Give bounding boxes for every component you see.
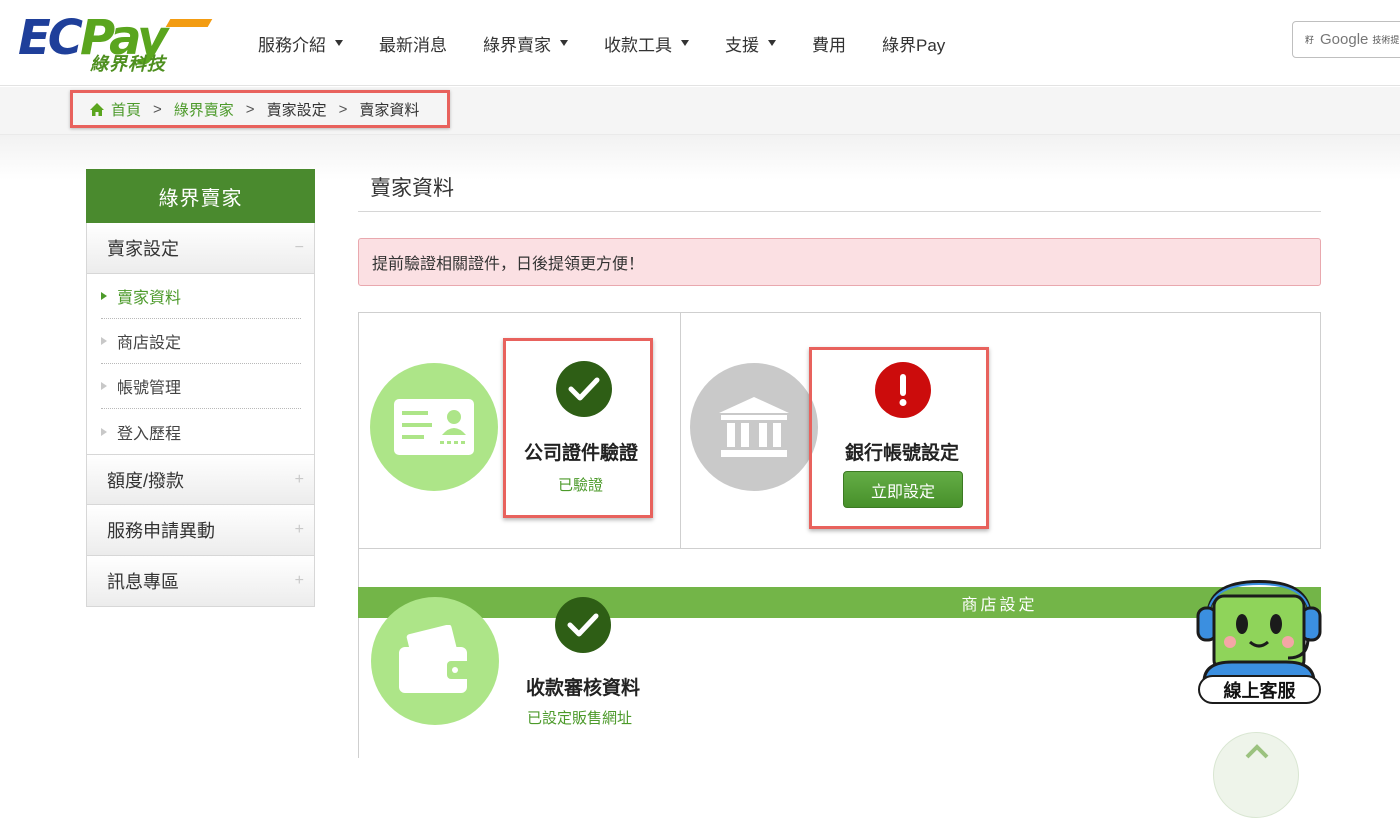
breadcrumb-sellers[interactable]: 綠界賣家 (174, 99, 234, 120)
caret-down-icon (768, 40, 776, 46)
logo-ec: EC (18, 10, 83, 66)
sidebar-item-store-settings[interactable]: 商店設定 (101, 319, 301, 364)
sidebar-group-label: 額度/撥款 (107, 470, 185, 491)
sidebar-group-service-application[interactable]: 服務申請異動 + (86, 505, 315, 556)
checkmark-icon (556, 361, 612, 417)
page-title: 賣家資料 (370, 177, 454, 200)
google-brand: Google (1320, 31, 1369, 48)
sidebar-item-label: 登入歷程 (117, 425, 182, 443)
caret-down-icon (335, 40, 343, 46)
nav-services[interactable]: 服務介紹 (258, 31, 343, 56)
exclamation-icon (875, 362, 931, 418)
payment-review-status: 已設定販售網址 (527, 710, 633, 727)
collapse-icon: − (294, 239, 304, 256)
store-settings-label: 商店設定 (961, 596, 1038, 614)
sidebar-group-label: 賣家設定 (107, 239, 179, 259)
support-mascot-icon (1196, 579, 1322, 684)
online-support-label[interactable]: 線上客服 (1198, 675, 1321, 704)
back-to-top-button[interactable] (1213, 732, 1299, 818)
sidebar-group-label: 服務申請異動 (107, 521, 215, 541)
company-verification-status: 已驗證 (558, 477, 604, 494)
arrow-right-icon (101, 337, 107, 345)
nav-label: 支援 (725, 35, 759, 55)
sidebar-group-seller-settings[interactable]: 賣家設定 − (86, 223, 315, 274)
nav-ecpay-pay[interactable]: 綠界Pay (882, 31, 945, 56)
translate-prefix: 籽 (1305, 35, 1315, 45)
home-icon (90, 102, 104, 116)
company-verification-title: 公司證件驗證 (524, 443, 639, 464)
nav-label: 綠界賣家 (483, 35, 551, 55)
breadcrumb: 首頁 > 綠界賣家 > 賣家設定 > 賣家資料 (70, 90, 450, 128)
arrow-up-icon (1245, 744, 1269, 759)
main-nav: 服務介紹 最新消息 綠界賣家 收款工具 支援 費用 綠界Pay (258, 28, 981, 58)
arrow-right-icon (101, 382, 107, 390)
sidebar-item-login-history[interactable]: 登入歷程 (101, 409, 301, 454)
nav-news[interactable]: 最新消息 (379, 31, 447, 56)
nav-sellers[interactable]: 綠界賣家 (483, 31, 568, 56)
breadcrumb-separator: > (153, 100, 162, 118)
id-card-icon (370, 363, 498, 491)
sidebar-submenu: 賣家資料 商店設定 帳號管理 登入歷程 (86, 274, 315, 454)
sidebar-item-label: 商店設定 (117, 335, 182, 352)
card-divider (680, 313, 681, 548)
logo-subtitle: 綠界科技 (90, 54, 166, 74)
breadcrumb-separator: > (245, 100, 255, 118)
expand-icon: + (294, 521, 304, 538)
store-settings-band: 商店設定 (358, 587, 1321, 618)
nav-label: 綠界Pay (882, 35, 946, 55)
bank-account-title: 銀行帳號設定 (845, 443, 960, 464)
sidebar-item-account-management[interactable]: 帳號管理 (101, 364, 301, 409)
nav-label: 收款工具 (604, 35, 672, 55)
verification-alert: 提前驗證相關證件，日後提領更方便！ (358, 238, 1321, 286)
setup-now-button[interactable]: 立即設定 (843, 471, 963, 508)
site-header: ECPay 綠界科技 服務介紹 最新消息 綠界賣家 收款工具 支援 費用 綠界P… (0, 0, 1400, 86)
nav-payment-tools[interactable]: 收款工具 (604, 31, 689, 56)
title-divider (358, 211, 1321, 212)
payment-review-title: 收款審核資料 (526, 678, 641, 699)
store-section-border (358, 549, 359, 758)
arrow-right-icon (101, 292, 107, 300)
breadcrumb-current: 賣家資料 (359, 101, 420, 119)
arrow-right-icon (101, 427, 107, 436)
ecpay-logo[interactable]: ECPay 綠界科技 (18, 10, 213, 74)
breadcrumb-seller-settings[interactable]: 賣家設定 (267, 99, 327, 120)
expand-icon: + (294, 572, 304, 589)
sidebar-item-label: 賣家資料 (117, 290, 182, 307)
checkmark-icon (555, 597, 611, 653)
breadcrumb-home[interactable]: 首頁 (111, 99, 141, 120)
translate-suffix: 技術提 (1372, 35, 1400, 45)
expand-icon: + (294, 470, 304, 488)
caret-down-icon (681, 40, 689, 46)
verification-cards: 公司證件驗證 已驗證 銀行帳號設定 立即設定 (358, 312, 1321, 549)
company-verification-card[interactable]: 公司證件驗證 已驗證 (503, 338, 653, 518)
nav-support[interactable]: 支援 (725, 31, 776, 56)
sidebar-group-quota[interactable]: 額度/撥款 + (86, 454, 315, 505)
logo-stripe (165, 19, 213, 27)
breadcrumb-separator: > (338, 100, 348, 118)
sidebar-item-label: 帳號管理 (117, 380, 182, 397)
sidebar: 綠界賣家 賣家設定 − 賣家資料 商店設定 帳號管理 登入歷程 額度/撥款 + … (86, 169, 315, 607)
nav-fees[interactable]: 費用 (812, 31, 846, 56)
bank-icon (690, 363, 818, 491)
google-translate-widget[interactable]: 籽 Google 技術提 (1292, 21, 1400, 58)
sidebar-item-seller-info[interactable]: 賣家資料 (101, 274, 301, 319)
nav-label: 費用 (812, 35, 846, 55)
nav-label: 服務介紹 (258, 35, 326, 55)
wallet-icon (371, 597, 499, 725)
sidebar-title: 綠界賣家 (86, 169, 315, 223)
sidebar-group-label: 訊息專區 (107, 572, 179, 592)
bank-account-card: 銀行帳號設定 立即設定 (809, 347, 989, 529)
alert-text: 提前驗證相關證件，日後提領更方便！ (372, 256, 645, 273)
caret-down-icon (560, 40, 568, 46)
sidebar-group-messages[interactable]: 訊息專區 + (86, 556, 315, 607)
nav-label: 最新消息 (379, 35, 447, 55)
